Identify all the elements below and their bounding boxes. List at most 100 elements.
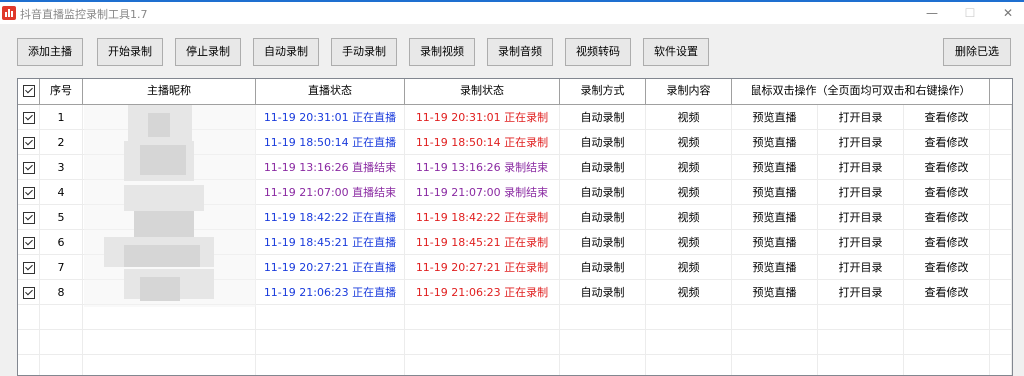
col-live-status[interactable]: 直播状态 (256, 79, 405, 104)
row-checkbox[interactable] (18, 155, 40, 180)
cell-record-status: 11-19 18:42:22 正在录制 (405, 205, 560, 230)
preview-live-action[interactable]: 预览直播 (732, 255, 818, 280)
table-row[interactable]: 3 11-19 13:16:26 直播结束 11-19 13:16:26 录制结束自… (18, 155, 1012, 180)
cell-record-content: 视频 (646, 280, 732, 305)
preview-live-action[interactable] (732, 330, 818, 355)
col-nickname[interactable]: 主播昵称 (83, 79, 256, 104)
host-table[interactable]: 序号 主播昵称 直播状态 录制状态 录制方式 录制内容 鼠标双击操作（全页面均可… (17, 78, 1013, 376)
cell-live-status: 11-19 18:50:14 正在直播 (256, 130, 405, 155)
open-folder-action[interactable]: 打开目录 (818, 230, 904, 255)
preview-live-action[interactable]: 预览直播 (732, 130, 818, 155)
cell-record-content (646, 355, 732, 375)
row-checkbox[interactable] (18, 280, 40, 305)
table-row[interactable]: 4 11-19 21:07:00 直播结束 11-19 21:07:00 录制结束自… (18, 180, 1012, 205)
cell-nickname (83, 180, 256, 205)
cell-record-status: 11-19 18:45:21 正在录制 (405, 230, 560, 255)
view-edit-action[interactable] (904, 330, 990, 355)
view-edit-action[interactable] (904, 305, 990, 330)
table-row[interactable]: 6 11-19 18:45:21 正在直播 11-19 18:45:21 正在录制自… (18, 230, 1012, 255)
view-edit-action[interactable]: 查看修改 (904, 130, 990, 155)
row-checkbox[interactable] (18, 230, 40, 255)
preview-live-action[interactable]: 预览直播 (732, 280, 818, 305)
col-record-status[interactable]: 录制状态 (405, 79, 560, 104)
open-folder-action[interactable]: 打开目录 (818, 130, 904, 155)
cell-filler (990, 105, 1012, 130)
col-index[interactable]: 序号 (40, 79, 83, 104)
preview-live-action[interactable]: 预览直播 (732, 105, 818, 130)
cell-nickname (83, 230, 256, 255)
open-folder-action[interactable]: 打开目录 (818, 105, 904, 130)
minimize-button[interactable]: — (918, 4, 946, 22)
checkbox-checked-icon (22, 137, 35, 149)
stop-record-button[interactable]: 停止录制 (175, 38, 241, 66)
maximize-button[interactable]: ☐ (956, 4, 984, 22)
preview-live-action[interactable] (732, 305, 818, 330)
open-folder-action[interactable]: 打开目录 (818, 155, 904, 180)
checkbox-checked-icon (22, 162, 35, 174)
table-row[interactable]: 1 11-19 20:31:01 正在直播 11-19 20:31:01 正在录制自… (18, 105, 1012, 130)
checkbox-checked-icon (22, 112, 35, 124)
open-folder-action[interactable]: 打开目录 (818, 255, 904, 280)
row-checkbox[interactable] (18, 255, 40, 280)
software-settings-button[interactable]: 软件设置 (643, 38, 709, 66)
empty-row[interactable] (18, 355, 1012, 375)
row-checkbox[interactable] (18, 180, 40, 205)
cell-nickname (83, 105, 256, 130)
view-edit-action[interactable]: 查看修改 (904, 230, 990, 255)
view-edit-action[interactable]: 查看修改 (904, 155, 990, 180)
cell-record-content: 视频 (646, 180, 732, 205)
table-row[interactable]: 5 11-19 18:42:22 正在直播 11-19 18:42:22 正在录制自… (18, 205, 1012, 230)
checkbox-checked-icon (22, 187, 35, 199)
preview-live-action[interactable]: 预览直播 (732, 155, 818, 180)
table-row[interactable]: 2 11-19 18:50:14 正在直播 11-19 18:50:14 正在录制自… (18, 130, 1012, 155)
row-checkbox[interactable] (18, 105, 40, 130)
row-checkbox[interactable] (18, 130, 40, 155)
preview-live-action[interactable] (732, 355, 818, 375)
preview-live-action[interactable]: 预览直播 (732, 205, 818, 230)
view-edit-action[interactable]: 查看修改 (904, 255, 990, 280)
col-record-content[interactable]: 录制内容 (646, 79, 732, 104)
table-row[interactable]: 7 11-19 20:27:21 正在直播 11-19 20:27:21 正在录制自… (18, 255, 1012, 280)
preview-live-action[interactable]: 预览直播 (732, 180, 818, 205)
cell-filler (990, 205, 1012, 230)
view-edit-action[interactable]: 查看修改 (904, 105, 990, 130)
empty-row[interactable] (18, 330, 1012, 355)
view-edit-action[interactable]: 查看修改 (904, 280, 990, 305)
row-checkbox[interactable] (18, 205, 40, 230)
auto-record-button[interactable]: 自动录制 (253, 38, 319, 66)
cell-filler (990, 230, 1012, 255)
row-checkbox[interactable] (18, 330, 40, 355)
view-edit-action[interactable]: 查看修改 (904, 205, 990, 230)
window-title: 抖音直播监控录制工具1.7 (20, 8, 148, 21)
preview-live-action[interactable]: 预览直播 (732, 230, 818, 255)
open-folder-action[interactable]: 打开目录 (818, 280, 904, 305)
row-checkbox[interactable] (18, 305, 40, 330)
col-record-mode[interactable]: 录制方式 (560, 79, 646, 104)
row-checkbox[interactable] (18, 355, 40, 375)
cell-record-content: 视频 (646, 230, 732, 255)
open-folder-action[interactable]: 打开目录 (818, 180, 904, 205)
start-record-button[interactable]: 开始录制 (97, 38, 163, 66)
open-folder-action[interactable]: 打开目录 (818, 205, 904, 230)
record-video-button[interactable]: 录制视频 (409, 38, 475, 66)
open-folder-action[interactable] (818, 355, 904, 375)
delete-selected-button[interactable]: 删除已选 (943, 38, 1011, 66)
add-host-button[interactable]: 添加主播 (17, 38, 83, 66)
cell-index: 7 (40, 255, 83, 280)
open-folder-action[interactable] (818, 305, 904, 330)
empty-row[interactable] (18, 305, 1012, 330)
manual-record-button[interactable]: 手动录制 (331, 38, 397, 66)
close-button[interactable]: ✕ (994, 4, 1022, 22)
view-edit-action[interactable] (904, 355, 990, 375)
cell-live-status: 11-19 20:31:01 正在直播 (256, 105, 405, 130)
table-row[interactable]: 8 11-19 21:06:23 正在直播 11-19 21:06:23 正在录制自… (18, 280, 1012, 305)
record-audio-button[interactable]: 录制音频 (487, 38, 553, 66)
cell-index: 4 (40, 180, 83, 205)
col-actions[interactable]: 鼠标双击操作（全页面均可双击和右键操作） (732, 79, 990, 104)
cell-record-mode (560, 305, 646, 330)
video-transcode-button[interactable]: 视频转码 (565, 38, 631, 66)
view-edit-action[interactable]: 查看修改 (904, 180, 990, 205)
open-folder-action[interactable] (818, 330, 904, 355)
cell-record-mode: 自动录制 (560, 230, 646, 255)
select-all-checkbox[interactable] (18, 79, 40, 104)
